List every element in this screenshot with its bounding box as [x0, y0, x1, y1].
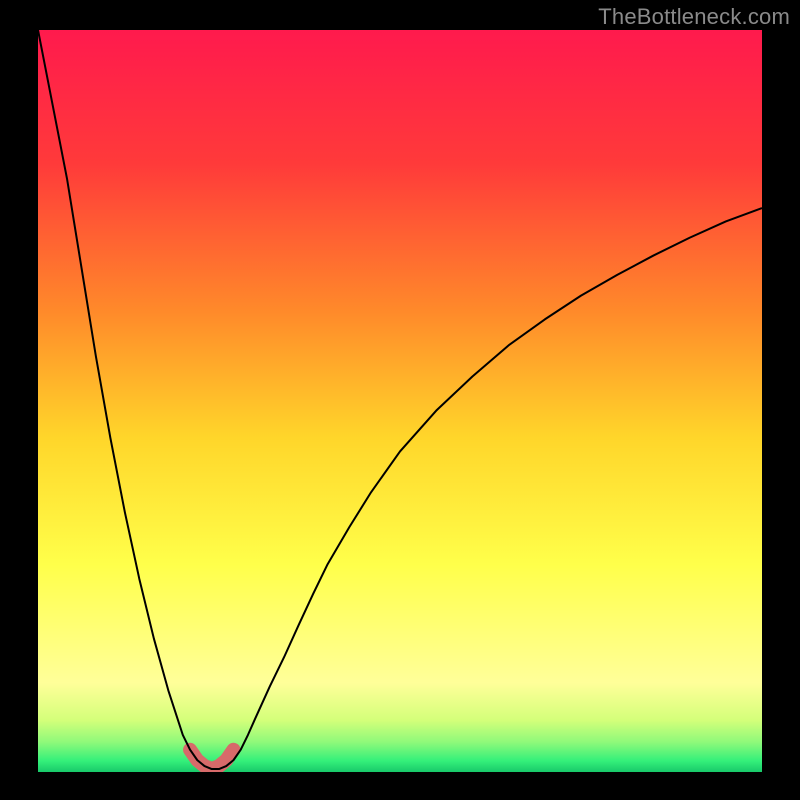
gradient-background	[38, 30, 762, 772]
bottleneck-chart	[0, 0, 800, 800]
plot-area	[38, 30, 762, 772]
watermark-label: TheBottleneck.com	[598, 4, 790, 30]
